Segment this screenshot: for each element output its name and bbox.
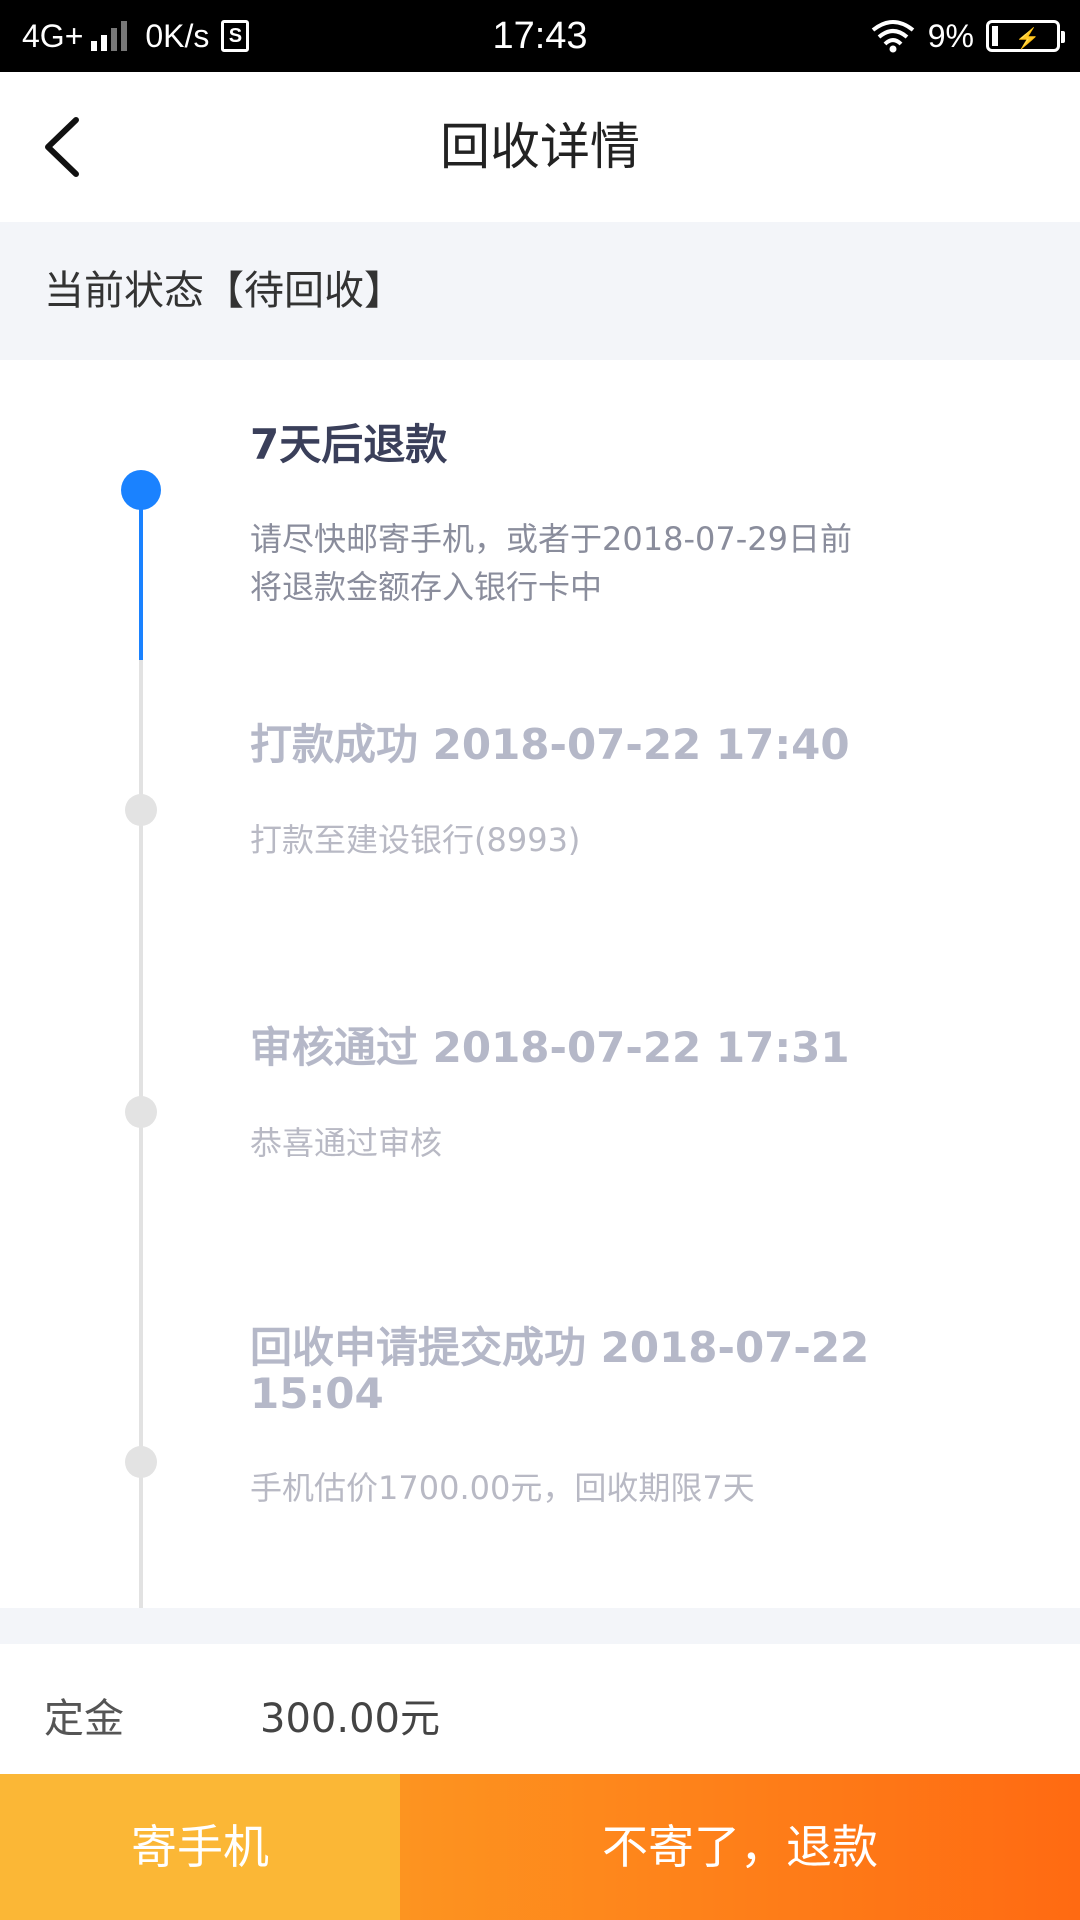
timeline-event-title: 7天后退款: [250, 420, 448, 469]
timeline-dot: [125, 1446, 157, 1478]
deposit-row: 定金 300.00元: [0, 1644, 1080, 1774]
timeline-event-desc: 恭喜通过审核: [250, 1124, 443, 1162]
timeline-event-desc: 打款至建设银行(8993): [250, 821, 581, 859]
timeline-event-desc: 将退款金额存入银行卡中: [250, 568, 603, 606]
status-banner: 当前状态【待回收】: [0, 222, 1080, 360]
status-right: 9% ⚡: [870, 0, 1065, 72]
current-status: 当前状态【待回收】: [44, 268, 404, 314]
nav-header: 回收详情: [0, 72, 1080, 222]
ship-phone-button[interactable]: 寄手机: [0, 1774, 400, 1920]
timeline-event-title: 15:04: [250, 1369, 384, 1418]
timeline-event-desc: 请尽快邮寄手机，或者于2018-07-29日前: [250, 520, 852, 558]
timeline-line-active: [139, 490, 143, 660]
timeline-event-title: 回收申请提交成功 2018-07-22: [250, 1323, 870, 1372]
battery-icon: ⚡: [986, 20, 1065, 52]
status-bar: 4G+ 0K/s S 17:43 9% ⚡: [0, 0, 1080, 72]
section-divider: [0, 1608, 1080, 1644]
wifi-icon: [871, 20, 914, 53]
deposit-value: 300.00元: [260, 1696, 440, 1742]
timeline: 7天后退款 请尽快邮寄手机，或者于2018-07-29日前 将退款金额存入银行卡…: [0, 360, 1080, 1760]
timeline-dot-active: [121, 470, 161, 510]
refund-button[interactable]: 不寄了，退款: [400, 1774, 1080, 1920]
timeline-event-title: 审核通过 2018-07-22 17:31: [250, 1023, 850, 1072]
timeline-event-desc: 手机估价1700.00元，回收期限7天: [250, 1469, 755, 1507]
timeline-event-title: 打款成功 2018-07-22 17:40: [250, 720, 850, 769]
battery-percent: 9%: [927, 17, 974, 54]
page-title: 回收详情: [440, 118, 640, 176]
timeline-dot: [125, 1096, 157, 1128]
timeline-dot: [125, 794, 157, 826]
deposit-label: 定金: [44, 1696, 124, 1742]
